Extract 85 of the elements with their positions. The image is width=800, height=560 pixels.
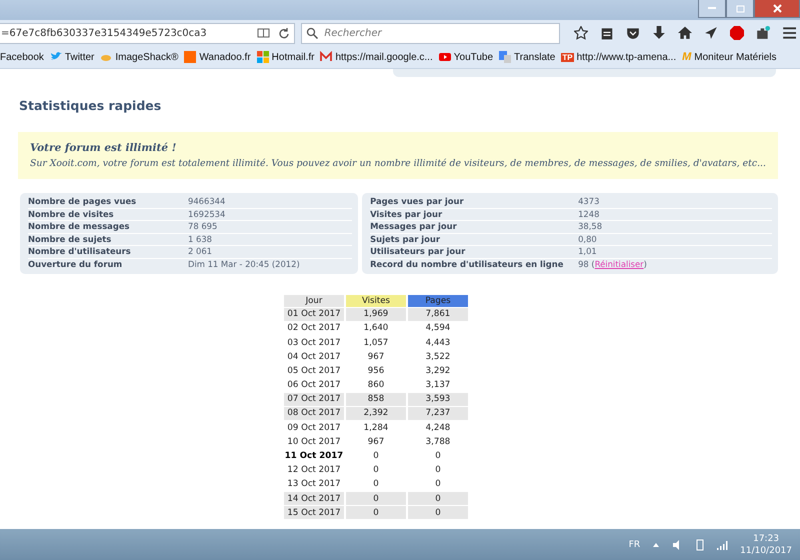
search-bar[interactable]: Rechercher bbox=[301, 22, 560, 44]
stop-sign-icon[interactable] bbox=[730, 26, 744, 40]
stat-value: 0,80 bbox=[578, 234, 597, 246]
battery-icon[interactable] bbox=[696, 538, 704, 550]
table-cell: 0 bbox=[408, 506, 468, 520]
table-cell: 0 bbox=[346, 492, 406, 506]
column-header: Visites bbox=[346, 294, 406, 307]
clipboard-icon[interactable] bbox=[600, 26, 614, 40]
bookmark-link[interactable]: ImageShack® bbox=[100, 51, 178, 63]
clock-date: 11/10/2017 bbox=[740, 546, 792, 556]
stat-label: Messages par jour bbox=[370, 221, 458, 233]
bookmark-link[interactable]: Translate bbox=[499, 51, 556, 63]
address-field[interactable]: =67e7c8fb630337e3154349e5723c0ca3 bbox=[0, 22, 296, 44]
stat-value: Dim 11 Mar - 20:45 (2012) bbox=[188, 258, 300, 271]
stat-label: Utilisateurs par jour bbox=[370, 246, 466, 258]
bookmark-link[interactable]: Facebook bbox=[0, 52, 44, 62]
star-icon[interactable] bbox=[574, 26, 588, 40]
clock-time: 17:23 bbox=[753, 534, 780, 544]
table-cell: 7,237 bbox=[408, 406, 468, 420]
stat-value: 4373 bbox=[578, 196, 600, 208]
stat-label: Ouverture du forum bbox=[28, 258, 124, 271]
notice-text: Sur Xooit.com, votre forum est totalement illimité. Vous pouvez avoir un nombre illimité de visiteurs, de membres, de messages, de smilies, d'avatars, etc... bbox=[30, 158, 766, 169]
stat-label: Nombre de visites bbox=[28, 208, 115, 220]
column-header: Jour bbox=[284, 294, 344, 307]
stat-label: Nombre de messages bbox=[28, 221, 130, 233]
bookmark-link[interactable]: TP http://www.tp-amena... bbox=[561, 52, 676, 62]
caret-icon[interactable] bbox=[652, 540, 660, 548]
maximize-icon bbox=[736, 4, 744, 12]
logo-icon[interactable]: TP bbox=[561, 52, 574, 62]
table-cell: 14 Oct 2017 bbox=[284, 492, 344, 506]
stat-label: Nombre de pages vues bbox=[28, 196, 138, 208]
search-icon[interactable] bbox=[306, 27, 318, 39]
minimize-icon bbox=[708, 7, 716, 10]
stat-value: 9466344 bbox=[188, 196, 226, 208]
signal-icon[interactable] bbox=[716, 538, 728, 550]
close-icon bbox=[772, 4, 782, 13]
pocket-icon[interactable] bbox=[626, 26, 640, 40]
table-cell: 15 Oct 2017 bbox=[284, 506, 344, 520]
bookmark-link[interactable]: https://mail.google.c... bbox=[320, 51, 433, 63]
windows-icon[interactable] bbox=[256, 51, 269, 63]
section-title: Statistiques rapides bbox=[19, 98, 162, 113]
bookmark-link[interactable]: Hotmail.fr bbox=[256, 51, 314, 63]
stat-value: 38,58 bbox=[578, 221, 602, 233]
bookmark-link[interactable]: M Moniteur Matériels bbox=[682, 51, 777, 63]
stat-label: Visites par jour bbox=[370, 208, 444, 220]
column-header: Pages bbox=[408, 294, 468, 307]
menu-icon[interactable] bbox=[782, 26, 796, 40]
home-icon[interactable] bbox=[678, 26, 692, 40]
close-button[interactable] bbox=[754, 0, 800, 18]
maximize-button[interactable] bbox=[726, 0, 754, 18]
table-cell: 0 bbox=[346, 506, 406, 520]
stat-value: 78 695 bbox=[188, 221, 218, 233]
mail-icon[interactable] bbox=[320, 51, 332, 63]
bookmark-link[interactable]: Twitter bbox=[50, 51, 94, 63]
stat-value: 1 638 bbox=[188, 234, 212, 246]
stat-label: Record du nombre d'utilisateurs en ligne bbox=[370, 258, 564, 271]
minimize-button[interactable] bbox=[698, 0, 726, 18]
send-icon[interactable] bbox=[704, 26, 718, 40]
table-cell: 0 bbox=[408, 492, 468, 506]
stat-label: Nombre de sujets bbox=[28, 234, 112, 246]
square-icon[interactable] bbox=[184, 51, 196, 63]
stat-label: Pages vues par jour bbox=[370, 196, 465, 208]
bookmark-link[interactable]: YouTube bbox=[438, 51, 494, 63]
search-input[interactable]: Rechercher bbox=[322, 26, 559, 40]
translate-icon[interactable] bbox=[499, 51, 512, 63]
stat-label: Nombre d'utilisateurs bbox=[28, 246, 132, 258]
table-cell: 858 bbox=[346, 392, 406, 406]
stat-value: 1248 bbox=[578, 208, 600, 220]
table-cell: 3,593 bbox=[408, 392, 468, 406]
table-cell: 01 Oct 2017 bbox=[284, 308, 344, 321]
stat-value: 2 061 bbox=[188, 246, 212, 258]
bookmark-link[interactable]: Wanadoo.fr bbox=[184, 51, 251, 63]
table-cell: 08 Oct 2017 bbox=[284, 406, 344, 420]
stat-value: 1,01 bbox=[578, 246, 597, 258]
play-icon[interactable] bbox=[438, 51, 451, 63]
reader-icon[interactable] bbox=[256, 27, 270, 39]
stat-value: 1692534 bbox=[188, 208, 226, 220]
stat-label: Sujets par jour bbox=[370, 234, 441, 246]
table-cell: 7,861 bbox=[408, 308, 468, 321]
download-icon[interactable] bbox=[652, 26, 666, 40]
table-cell: 2,392 bbox=[346, 406, 406, 420]
table-cell: 1,969 bbox=[346, 308, 406, 321]
notice-title: Votre forum est illimité ! bbox=[30, 142, 178, 154]
stat-value: 98 (Réinitialiser) bbox=[578, 258, 647, 271]
table-cell: 07 Oct 2017 bbox=[284, 392, 344, 406]
